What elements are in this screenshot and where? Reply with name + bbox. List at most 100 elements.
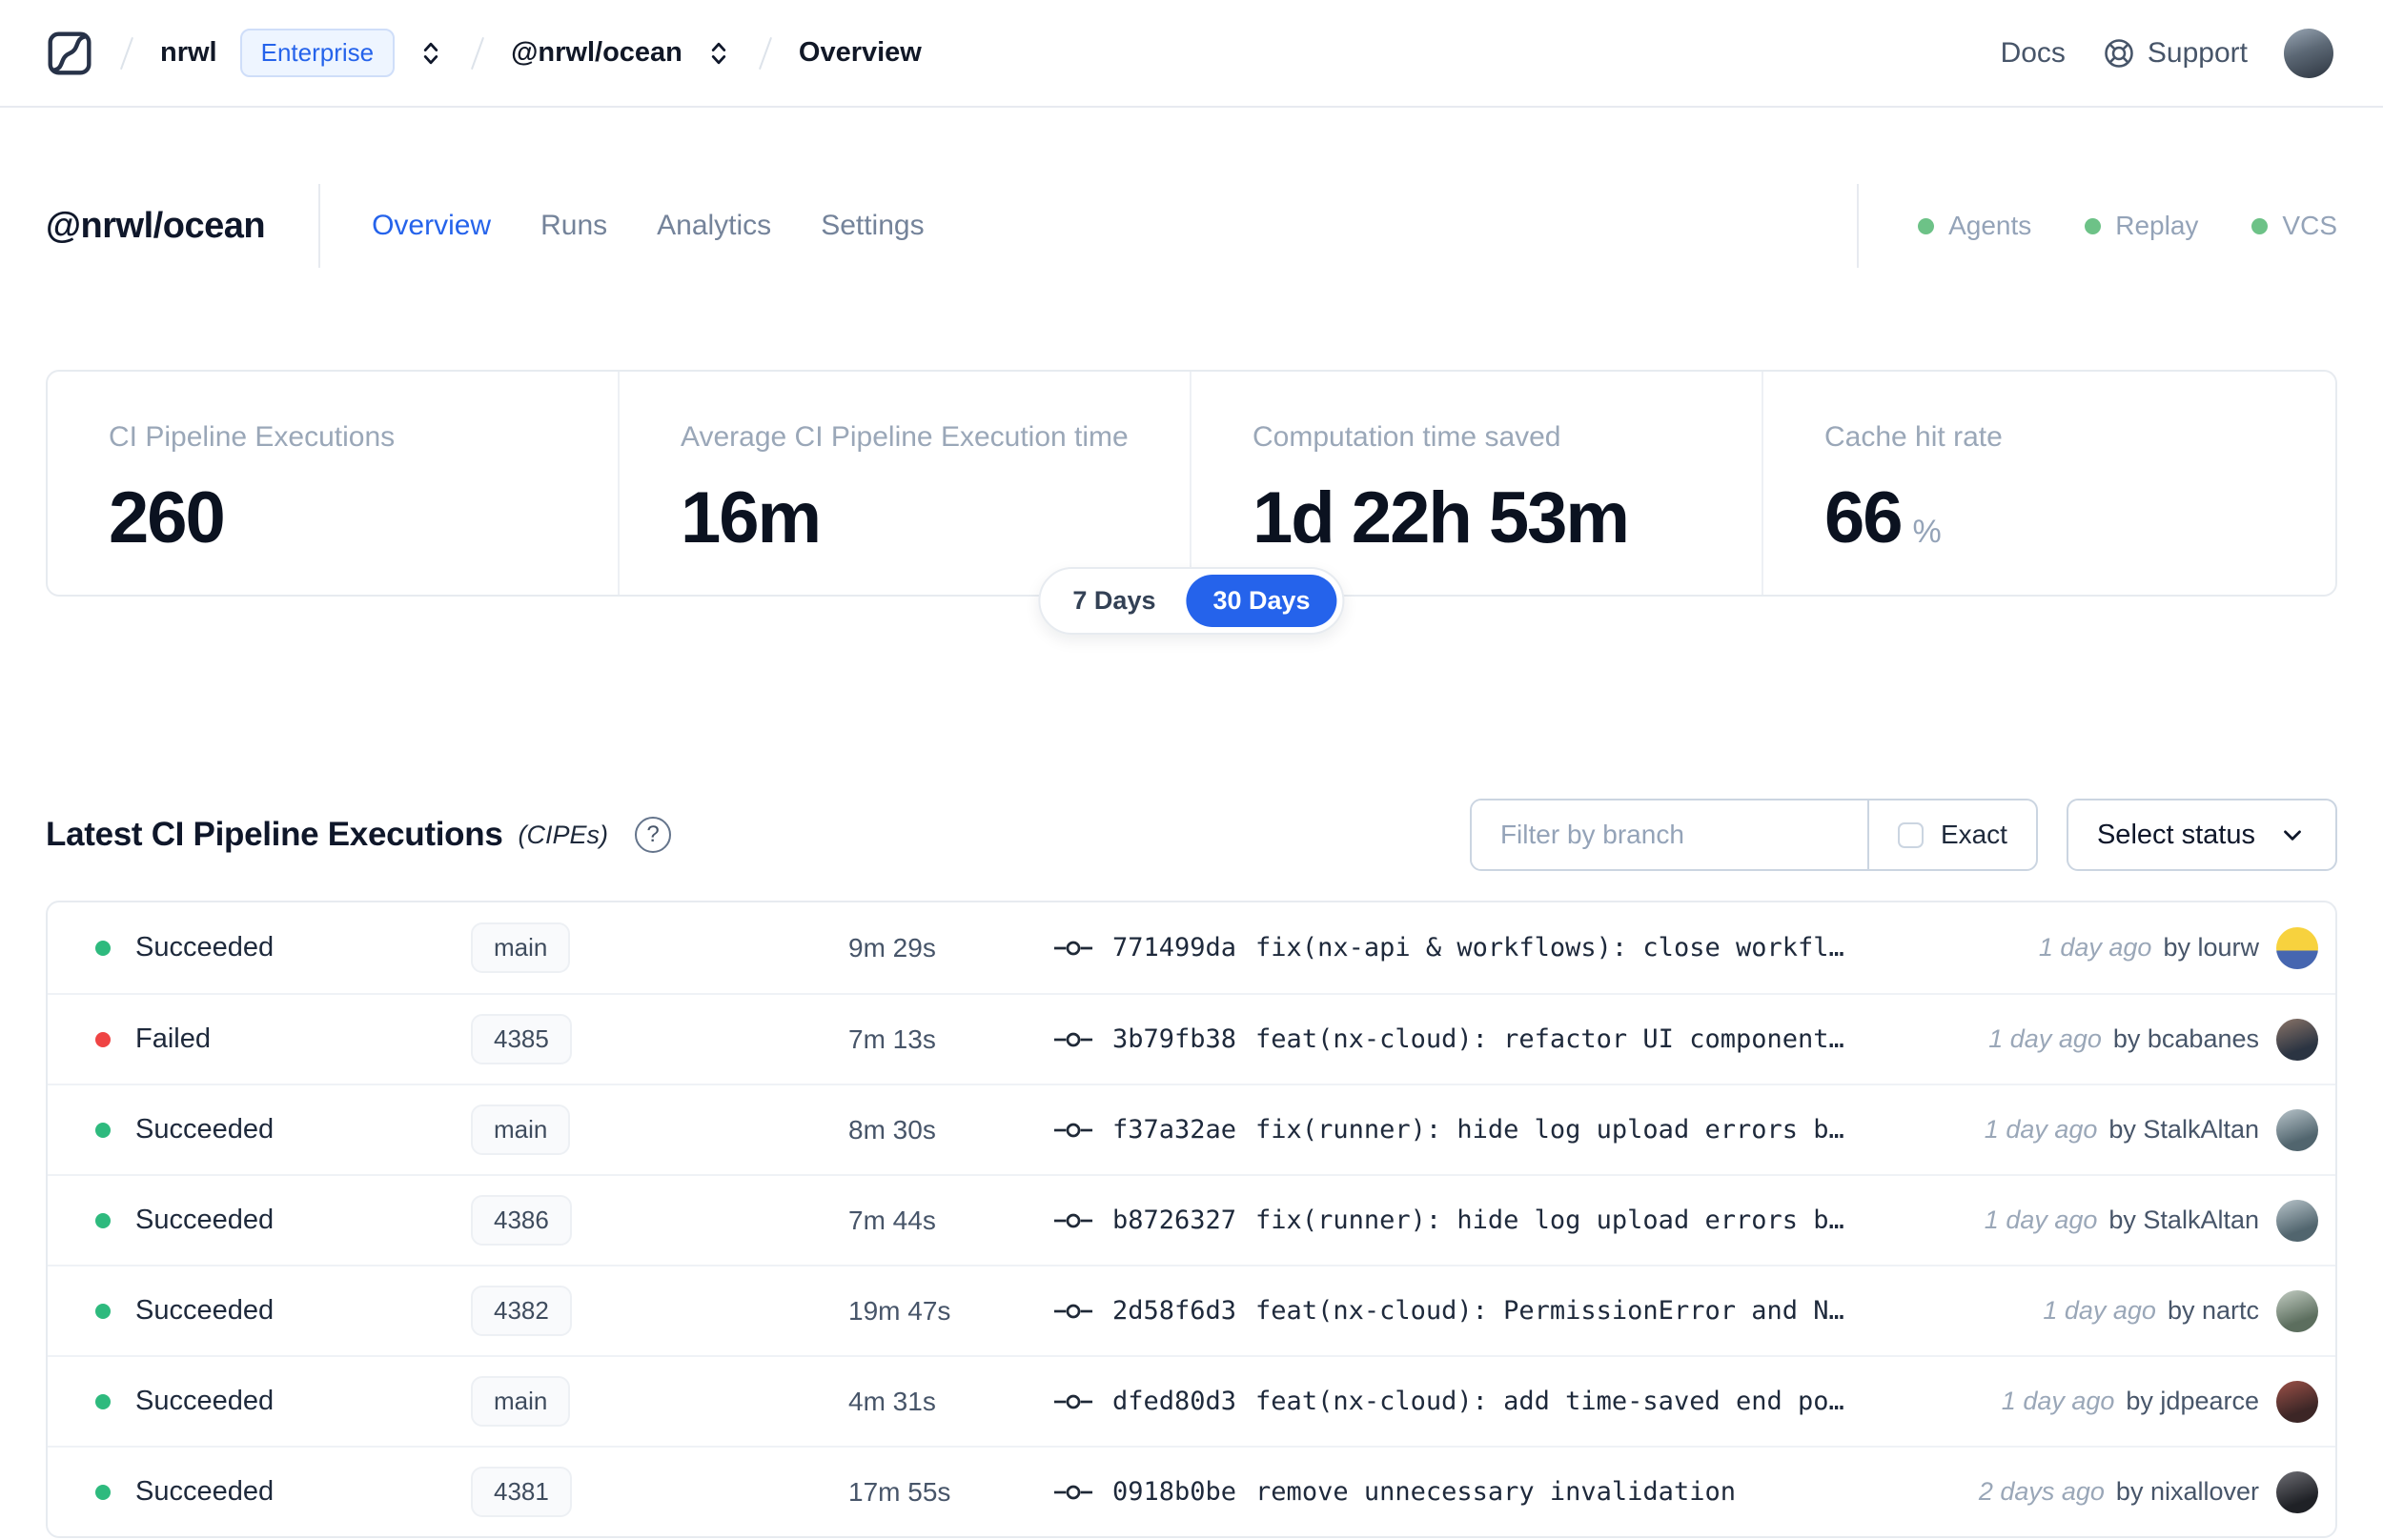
status-cell: Succeeded [95, 1114, 471, 1145]
status-label: Failed [135, 1023, 211, 1054]
commit-hash[interactable]: 771499da [1112, 933, 1236, 962]
branch-badge: 4382 [471, 1286, 572, 1336]
exact-checkbox[interactable] [1897, 821, 1924, 848]
commit-hash[interactable]: dfed80d3 [1112, 1387, 1236, 1416]
meta-cell: 1 day ago by jdpearce [1983, 1387, 2259, 1416]
breadcrumb-org[interactable]: nrwl [160, 37, 217, 69]
status-cell: Succeeded [95, 1386, 471, 1417]
avatar [2276, 1380, 2318, 1423]
commit-hash[interactable]: 2d58f6d3 [1112, 1296, 1236, 1326]
status-label: Succeeded [135, 1476, 275, 1507]
commit-cell: 3b79fb38 feat(nx-cloud): refactor UI com… [1053, 1024, 1969, 1054]
status-label: Succeeded [135, 1205, 275, 1235]
branch-badge: main [471, 922, 571, 973]
git-commit-icon [1053, 1485, 1093, 1499]
table-row[interactable]: Succeeded main 4m 31s dfed80d3 feat(nx-c… [48, 1355, 2335, 1446]
table-row[interactable]: Succeeded 4386 7m 44s b8726327 fix(runne… [48, 1174, 2335, 1265]
status-dot [95, 1212, 111, 1228]
status-cell: Succeeded [95, 932, 471, 963]
table-row[interactable]: Succeeded main 8m 30s f37a32ae fix(runne… [48, 1084, 2335, 1174]
indicator-agents[interactable]: Agents [1918, 211, 2031, 241]
commit-hash[interactable]: b8726327 [1112, 1206, 1236, 1235]
author: by StalkAltan [2108, 1115, 2259, 1144]
branch-cell: 4381 [471, 1467, 848, 1517]
indicator-replay[interactable]: Replay [2085, 211, 2198, 241]
breadcrumb-slash [471, 36, 485, 70]
user-avatar[interactable] [2284, 28, 2333, 78]
author: by lourw [2163, 933, 2259, 962]
stat-card-time-saved: Computation time saved 1d 22h 53m [1192, 372, 1763, 595]
divider [1857, 184, 1860, 268]
commit-hash[interactable]: 3b79fb38 [1112, 1024, 1236, 1054]
question-circle-icon[interactable]: ? [635, 817, 671, 853]
stat-card-avg-time: Average CI Pipeline Execution time 16m [620, 372, 1192, 595]
avatar [2276, 1018, 2318, 1061]
breadcrumb-slash [119, 36, 134, 70]
cipe-section-header: Latest CI Pipeline Executions (CIPEs) ? … [0, 799, 2383, 871]
status-label: Succeeded [135, 1295, 275, 1326]
git-commit-icon [1053, 1213, 1093, 1227]
commit-message: feat(nx-cloud): add time-saved end po… [1255, 1387, 1844, 1416]
time-ago: 1 day ago [2038, 933, 2152, 962]
branch-filter-input[interactable] [1471, 800, 1867, 869]
author: by nartc [2167, 1296, 2259, 1325]
support-link[interactable]: Support [2102, 36, 2248, 71]
docs-link[interactable]: Docs [2001, 37, 2066, 70]
breadcrumb-workspace[interactable]: @nrwl/ocean [511, 37, 682, 69]
select-status-button[interactable]: Select status [2066, 799, 2337, 871]
workspace-header: @nrwl/ocean Overview Runs Analytics Sett… [0, 184, 2383, 268]
table-row[interactable]: Succeeded 4382 19m 47s 2d58f6d3 feat(nx-… [48, 1265, 2335, 1355]
feature-indicators: Agents Replay VCS [1918, 211, 2337, 241]
workspace-selector-chevron-up-down-icon[interactable] [705, 39, 732, 68]
commit-hash[interactable]: 0918b0be [1112, 1477, 1236, 1507]
table-row[interactable]: Failed 4385 7m 13s 3b79fb38 feat(nx-clou… [48, 993, 2335, 1084]
workspace-tabs: Overview Runs Analytics Settings [372, 210, 925, 242]
tab-analytics[interactable]: Analytics [657, 210, 771, 242]
branch-filter-group: Exact [1469, 799, 2038, 871]
commit-cell: dfed80d3 feat(nx-cloud): add time-saved … [1053, 1387, 1983, 1416]
commit-message: feat(nx-cloud): PermissionError and N… [1255, 1296, 1844, 1326]
nx-cloud-logo[interactable] [46, 30, 93, 77]
branch-cell: 4385 [471, 1014, 848, 1064]
table-controls: Exact Select status [1469, 799, 2337, 871]
stat-card-ci-executions: CI Pipeline Executions 260 [48, 372, 620, 595]
meta-cell: 2 days ago by nixallover [1960, 1477, 2259, 1507]
author: by StalkAltan [2108, 1206, 2259, 1234]
status-dot [95, 1122, 111, 1138]
enterprise-badge[interactable]: Enterprise [239, 29, 396, 77]
table-row[interactable]: Succeeded main 9m 29s 771499da fix(nx-ap… [48, 902, 2335, 993]
green-status-dot [2085, 217, 2102, 234]
section-title: Latest CI Pipeline Executions [46, 816, 503, 853]
org-selector-chevron-up-down-icon[interactable] [418, 39, 444, 68]
range-option-30-days[interactable]: 30 Days [1186, 575, 1337, 627]
status-label: Succeeded [135, 932, 275, 962]
branch-badge: main [471, 1104, 571, 1155]
commit-message: remove unnecessary invalidation [1255, 1477, 1736, 1507]
author: by bcabanes [2112, 1024, 2259, 1053]
table-row[interactable]: Succeeded 4381 17m 55s 0918b0be remove u… [48, 1446, 2335, 1536]
commit-cell: 771499da fix(nx-api & workflows): close … [1053, 933, 2020, 962]
commit-message: fix(nx-api & workflows): close workfl… [1255, 933, 1844, 962]
time-ago: 1 day ago [1984, 1115, 2098, 1144]
range-option-7-days[interactable]: 7 Days [1046, 575, 1182, 627]
tab-overview[interactable]: Overview [372, 210, 491, 242]
duration: 9m 29s [848, 932, 936, 962]
avatar [2276, 926, 2318, 969]
duration: 7m 44s [848, 1205, 936, 1235]
tab-settings[interactable]: Settings [821, 210, 924, 242]
stat-value: 1d 22h 53m [1253, 477, 1630, 558]
indicator-vcs[interactable]: VCS [2251, 211, 2337, 241]
life-ring-icon [2105, 38, 2133, 68]
author: by nixallover [2115, 1477, 2259, 1506]
status-label: Succeeded [135, 1114, 275, 1145]
stat-card-cache-hit-rate: Cache hit rate 66% [1763, 372, 2335, 595]
avatar [2276, 1199, 2318, 1242]
git-commit-icon [1053, 1304, 1093, 1318]
tab-runs[interactable]: Runs [540, 210, 607, 242]
commit-hash[interactable]: f37a32ae [1112, 1115, 1236, 1145]
status-cell: Succeeded [95, 1295, 471, 1327]
workspace-title: @nrwl/ocean [46, 205, 266, 246]
stat-label: Average CI Pipeline Execution time [681, 421, 1129, 453]
chevron-down-icon [2284, 830, 2301, 841]
status-label: Succeeded [135, 1386, 275, 1416]
